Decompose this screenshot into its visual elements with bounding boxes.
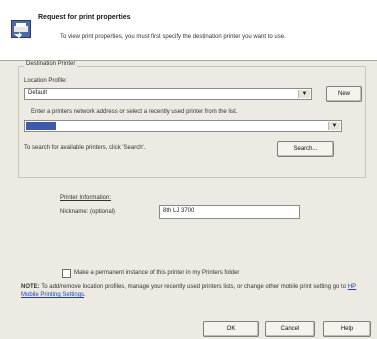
note-text: NOTE: To add/remove location profiles, m… — [21, 283, 361, 299]
note-end: . — [84, 292, 86, 298]
dialog-description: To view print properties, you must first… — [60, 34, 286, 40]
printer-address-combo[interactable]: ▼ — [24, 120, 342, 132]
printer-arrows-icon — [11, 20, 31, 38]
nickname-label: Nickname: (optional) — [60, 209, 116, 215]
location-profile-select[interactable]: Default ▼ — [24, 88, 312, 100]
location-profile-value: Default — [28, 90, 48, 96]
new-profile-button[interactable]: New — [326, 86, 362, 102]
dialog-title: Request for print properties — [38, 14, 131, 21]
printer-information-heading: Printer Information: — [60, 195, 112, 201]
help-button[interactable]: Help — [323, 321, 371, 337]
permanent-instance-label: Make a permanent instance of this printe… — [74, 270, 240, 276]
ok-button[interactable]: OK — [203, 321, 259, 337]
chevron-down-icon[interactable]: ▼ — [328, 122, 340, 130]
location-profile-label: Location Profile: — [24, 78, 68, 84]
note-body: To add/remove location profiles, manage … — [41, 284, 347, 290]
dialog-header: Request for print properties To view pri… — [0, 0, 377, 60]
search-hint: To search for available printers, click … — [24, 145, 146, 151]
nickname-value: 8th LJ 3700 — [163, 208, 195, 214]
search-button[interactable]: Search... — [277, 141, 334, 157]
address-instruction: Enter a printers network address or sele… — [31, 109, 238, 115]
note-bold: NOTE: — [21, 284, 40, 290]
cancel-button[interactable]: Cancel — [265, 321, 315, 337]
destination-printer-label: Destination Printer — [24, 61, 78, 67]
nickname-input[interactable]: 8th LJ 3700 — [159, 205, 300, 219]
address-selection-highlight — [26, 122, 56, 130]
print-properties-dialog: Request for print properties To view pri… — [0, 0, 377, 339]
permanent-instance-checkbox[interactable] — [62, 269, 71, 278]
chevron-down-icon[interactable]: ▼ — [298, 90, 310, 98]
